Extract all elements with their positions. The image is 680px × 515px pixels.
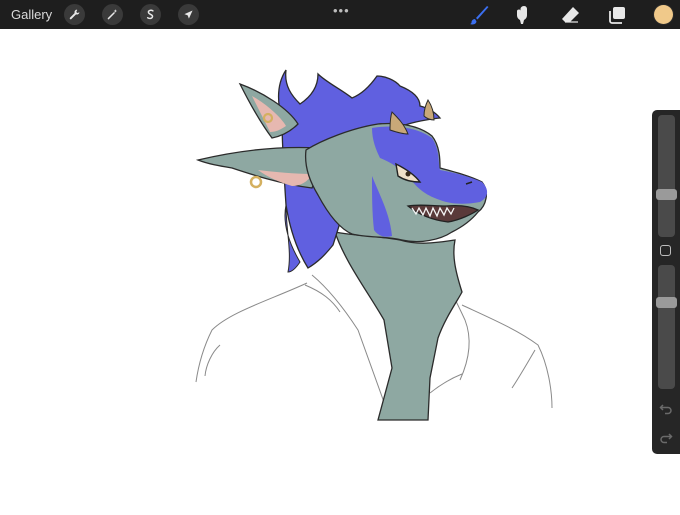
menu-dots[interactable]: ••• [333,3,350,18]
redo-icon[interactable] [659,430,673,444]
top-toolbar: Gallery ••• [0,0,680,29]
gallery-button[interactable]: Gallery [11,7,52,22]
eraser-icon[interactable] [559,4,581,26]
undo-icon[interactable] [659,401,673,415]
earring-lower [249,175,263,189]
transform-button[interactable] [178,4,199,25]
opacity-thumb[interactable] [656,296,677,308]
neck [334,231,463,421]
modify-button[interactable] [660,245,671,256]
selection-button[interactable] [140,4,161,25]
brush-size-slider[interactable] [658,115,675,237]
color-swatch[interactable] [654,5,673,24]
brush-size-thumb[interactable] [656,189,677,201]
horn-right [423,99,435,121]
brush-icon[interactable] [468,4,490,26]
drawing-canvas[interactable] [0,29,680,510]
adjustments-button[interactable] [102,4,123,25]
magic-wand-icon [107,9,118,20]
opacity-slider[interactable] [658,265,675,389]
right-sidebar [652,110,680,454]
layers-icon[interactable] [606,4,628,26]
arrow-cursor-icon [184,10,193,19]
character-drawing [195,69,553,421]
wrench-icon [69,9,80,20]
actions-button[interactable] [64,4,85,25]
selection-s-icon [146,9,154,20]
smudge-icon[interactable] [512,4,534,26]
